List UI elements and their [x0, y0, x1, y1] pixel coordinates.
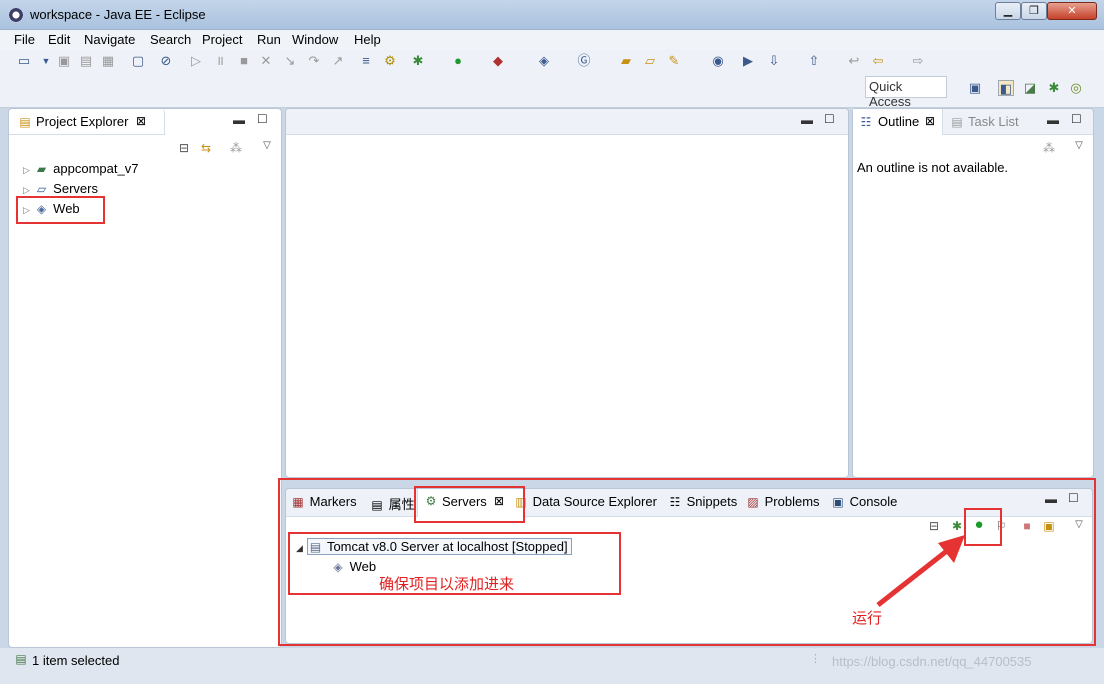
- menu-bar: File Edit Navigate Search Project Run Wi…: [0, 30, 1104, 50]
- terminate-icon[interactable]: ■: [236, 53, 252, 69]
- last-edit-icon[interactable]: ↩: [846, 53, 862, 69]
- outline-panel: ☷ Outline ⊠ ▤ Task List ▬ ☐ ⁂ ▽ An outli…: [852, 108, 1094, 478]
- prev-annotation-icon[interactable]: ⇧: [806, 53, 822, 69]
- step-into-icon[interactable]: ↘: [282, 53, 298, 69]
- project-explorer-tab-label: Project Explorer: [36, 114, 129, 129]
- suspend-icon[interactable]: ॥: [212, 53, 228, 69]
- view-menu-icon[interactable]: ▽: [259, 139, 275, 153]
- status-icon: ▤: [15, 652, 27, 666]
- menu-search[interactable]: Search: [150, 32, 191, 47]
- menu-navigate[interactable]: Navigate: [84, 32, 135, 47]
- highlight-web-project: [16, 196, 105, 224]
- tree-item-label: Servers: [53, 181, 98, 196]
- minimize-view-icon[interactable]: ▬: [233, 113, 245, 127]
- outline-icon: ☷: [860, 115, 872, 129]
- maximize-view-icon[interactable]: ☐: [1071, 112, 1082, 126]
- project-explorer-panel: ▤ Project Explorer ⊠ ▬ ☐ ⊟ ⇆ ⁂ ▽ ▷ ▰ app…: [8, 108, 282, 648]
- quick-access-field[interactable]: Quick Access: [865, 76, 947, 109]
- menu-project[interactable]: Project: [202, 32, 242, 47]
- maximize-view-icon[interactable]: ☐: [257, 112, 268, 126]
- back-icon[interactable]: ⇦: [870, 53, 886, 69]
- menu-run[interactable]: Run: [257, 32, 281, 47]
- expand-arrow-icon[interactable]: ▷: [23, 185, 30, 195]
- title-bar: workspace - Java EE - Eclipse ▁ ❐ ✕: [0, 0, 1104, 30]
- open-perspective-run-icon[interactable]: ▶: [740, 53, 756, 69]
- menu-window[interactable]: Window: [292, 32, 338, 47]
- next-annotation-icon[interactable]: ⇩: [766, 53, 782, 69]
- maximize-view-icon[interactable]: ☐: [824, 112, 835, 126]
- save-icon[interactable]: ▣: [56, 53, 72, 69]
- project-explorer-tab[interactable]: ▤ Project Explorer ⊠: [9, 109, 165, 135]
- view-menu-icon[interactable]: ▽: [1071, 139, 1087, 153]
- java-perspective-icon[interactable]: ◪: [1022, 80, 1038, 96]
- resume-icon[interactable]: ▷: [188, 53, 204, 69]
- step-over-icon[interactable]: ↷: [306, 53, 322, 69]
- menu-help[interactable]: Help: [354, 32, 381, 47]
- console-icon[interactable]: ▢: [130, 53, 146, 69]
- other-perspective-icon[interactable]: ◎: [1068, 80, 1084, 96]
- status-bar: ▤ 1 item selected ⋮ https://blog.csdn.ne…: [0, 648, 1104, 684]
- filter-icon[interactable]: ⁂: [1041, 141, 1057, 155]
- main-toolbar: ▭ ▼ ▣ ▤ ▦ ▢ ⊘ ▷ ॥ ■ ✕ ↘ ↷ ↗ ≡ ⚙ ✱ ● ◆ ◈ …: [0, 50, 1104, 109]
- new-class-icon[interactable]: Ⓖ: [576, 53, 592, 69]
- maximize-button[interactable]: ❐: [1021, 2, 1047, 20]
- forward-icon[interactable]: ⇨: [910, 53, 926, 69]
- watermark-text: https://blog.csdn.net/qq_44700535: [832, 654, 1032, 669]
- skip-breakpoints-icon[interactable]: ⊘: [158, 53, 174, 69]
- task-list-tab[interactable]: Task List: [968, 114, 1019, 129]
- close-tab-icon[interactable]: ⊠: [136, 114, 146, 128]
- expand-arrow-icon[interactable]: ▷: [23, 165, 30, 175]
- external-tools-icon[interactable]: ◆: [490, 53, 506, 69]
- outline-tab[interactable]: ☷ Outline ⊠: [853, 109, 943, 135]
- new-file-icon[interactable]: ▭: [16, 53, 32, 69]
- debug-icon[interactable]: ✱: [410, 53, 426, 69]
- open-folder-icon[interactable]: ▱: [642, 53, 658, 69]
- new-dropdown-icon[interactable]: ▼: [38, 53, 54, 69]
- menu-edit[interactable]: Edit: [48, 32, 70, 47]
- java-ee-perspective-icon[interactable]: ◧: [998, 80, 1014, 96]
- close-tab-icon[interactable]: ⊠: [925, 114, 935, 128]
- save-all-icon[interactable]: ▤: [78, 53, 94, 69]
- web-browser-icon[interactable]: ◉: [710, 53, 726, 69]
- task-list-icon: ▤: [951, 115, 963, 129]
- menu-file[interactable]: File: [14, 32, 35, 47]
- open-task-icon[interactable]: ≡: [358, 53, 374, 69]
- highlight-servers-tab: [414, 486, 525, 523]
- step-return-icon[interactable]: ↗: [330, 53, 346, 69]
- minimize-view-icon[interactable]: ▬: [1047, 113, 1059, 127]
- window-title: workspace - Java EE - Eclipse: [30, 7, 206, 22]
- eclipse-app-icon: [8, 7, 24, 23]
- folder-icon: ▱: [36, 182, 47, 196]
- new-server-icon[interactable]: ◈: [536, 53, 552, 69]
- search-icon[interactable]: ✎: [666, 53, 682, 69]
- project-icon: ▰: [36, 162, 47, 176]
- editor-area: ▬ ☐: [285, 108, 849, 478]
- annotation-arrow-icon: [876, 535, 965, 607]
- tree-item[interactable]: ▷ ▱ Servers: [23, 181, 98, 196]
- highlight-server-entry: [288, 532, 621, 595]
- disconnect-icon[interactable]: ✕: [258, 53, 274, 69]
- print-icon[interactable]: ▦: [100, 53, 116, 69]
- link-with-editor-icon[interactable]: ⇆: [198, 141, 214, 155]
- status-text: 1 item selected: [32, 653, 120, 668]
- tree-item[interactable]: ▷ ▰ appcompat_v7: [23, 161, 138, 176]
- minimize-button[interactable]: ▁: [995, 2, 1021, 20]
- editor-tab-header: [286, 109, 848, 135]
- project-explorer-icon: ▤: [19, 115, 31, 129]
- outline-message: An outline is not available.: [857, 160, 1009, 175]
- collapse-all-icon[interactable]: ⊟: [176, 141, 192, 155]
- run-icon[interactable]: ●: [450, 53, 466, 69]
- close-button[interactable]: ✕: [1047, 2, 1097, 20]
- outline-tab-label: Outline: [878, 114, 920, 129]
- build-icon[interactable]: ⚙: [382, 53, 398, 69]
- debug-perspective-icon[interactable]: ✱: [1046, 80, 1062, 96]
- filter-icon[interactable]: ⁂: [228, 141, 244, 155]
- tree-item-label: appcompat_v7: [53, 161, 139, 176]
- status-separator: ⋮: [810, 653, 821, 665]
- minimize-view-icon[interactable]: ▬: [801, 113, 813, 127]
- open-type-icon[interactable]: ▰: [618, 53, 634, 69]
- open-perspective-icon[interactable]: ▣: [967, 80, 983, 96]
